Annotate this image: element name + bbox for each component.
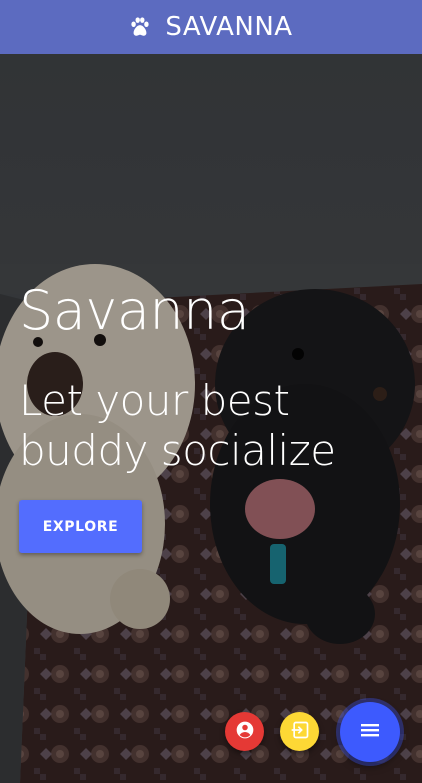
account-circle-icon: [235, 720, 255, 744]
login-icon: [290, 720, 310, 744]
profile-button[interactable]: [225, 712, 264, 751]
hero-title: Savanna: [19, 279, 250, 342]
login-button[interactable]: [280, 712, 319, 751]
app-title: SAVANNA: [165, 12, 293, 42]
app-header: SAVANNA: [0, 0, 422, 54]
hero-tagline: Let your best buddy socialize: [19, 376, 336, 475]
menu-icon: [360, 722, 380, 742]
menu-fab[interactable]: [340, 702, 400, 762]
paw-icon: [129, 16, 151, 38]
brand[interactable]: SAVANNA: [129, 12, 292, 42]
explore-button[interactable]: EXPLORE: [19, 500, 142, 553]
hero-section: Savanna Let your best buddy socialize EX…: [0, 54, 422, 783]
